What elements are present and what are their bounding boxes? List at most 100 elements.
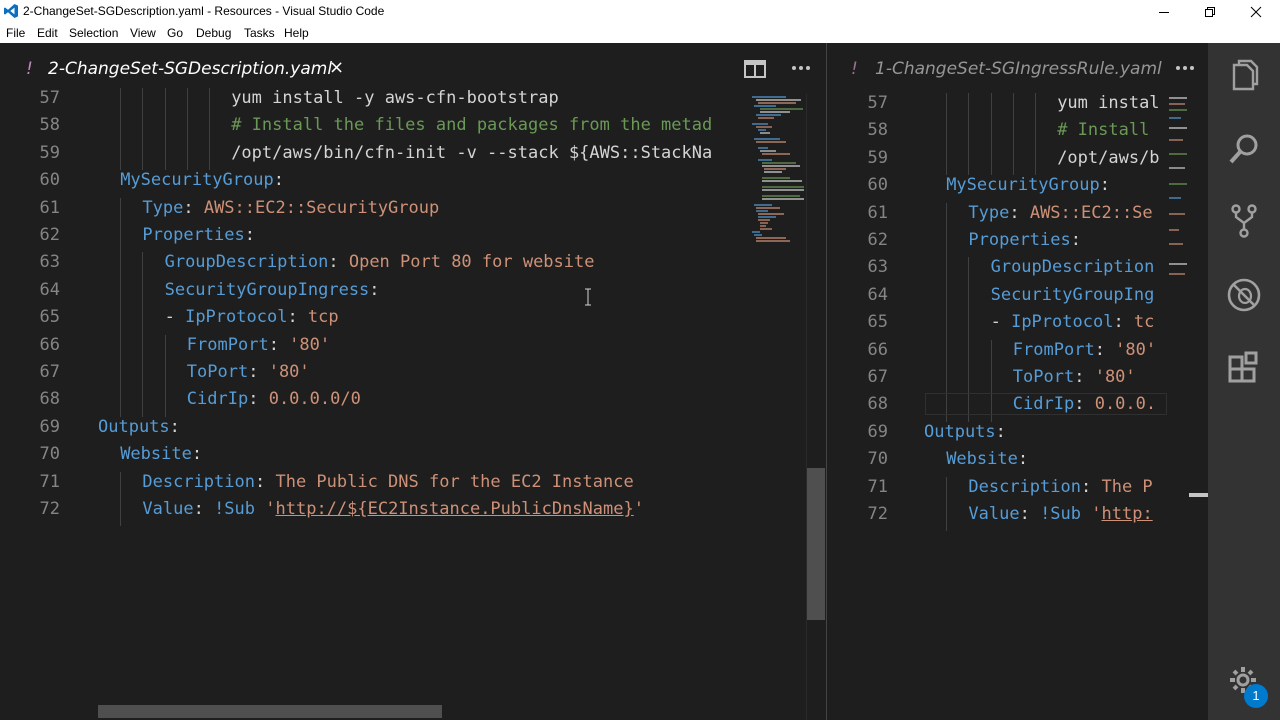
code-token: : [268, 334, 290, 355]
code-token: # Install [1057, 120, 1160, 141]
menu-bar: File Edit Selection View Go Debug Tasks … [0, 23, 1280, 43]
code-token: SecurityGroupIngress [164, 279, 370, 300]
code-line[interactable]: 61 Type: AWS::EC2::Se [827, 202, 1208, 230]
indent-guide [946, 312, 948, 340]
code-line[interactable]: 61 Type: AWS::EC2::SecurityGroup [0, 197, 825, 225]
code-line[interactable]: 66 FromPort: '80' [827, 339, 1208, 367]
code-line[interactable]: 69 Outputs: [827, 422, 1208, 449]
vertical-scrollbar-thumb[interactable] [807, 468, 825, 620]
line-number: 64 [39, 279, 60, 300]
line-number: 61 [39, 197, 60, 218]
debug-icon[interactable] [1226, 277, 1262, 313]
code-token: Value [968, 504, 1020, 524]
code-line[interactable]: 65 - IpProtocol: tcp [0, 307, 825, 335]
code-line[interactable]: 71 Description: The P [827, 476, 1208, 504]
code-line[interactable]: 57 yum install -y aws-cfn-bootstrap [0, 88, 825, 116]
vertical-scrollbar[interactable] [806, 94, 825, 720]
code-line[interactable]: 62 Properties: [0, 225, 825, 253]
more-actions-icon[interactable] [791, 65, 811, 71]
code-line[interactable]: 59/opt/aws/b [827, 147, 1208, 176]
indent-guide [968, 257, 970, 285]
code-line[interactable]: 59/opt/aws/bin/cfn-init -v --stack ${AWS… [0, 142, 825, 171]
tab-close-button[interactable]: × [329, 57, 344, 78]
code-text: GroupDescription: Open Port 80 for websi… [165, 252, 595, 272]
horizontal-scrollbar-thumb[interactable] [98, 705, 442, 718]
tabs-bar-right: ! 1-ChangeSet-SGIngressRule.yaml [827, 43, 1208, 94]
indent-guide [120, 142, 122, 171]
code-token: IpProtocol [185, 307, 288, 328]
menu-go[interactable]: Go [167, 26, 183, 40]
extensions-icon[interactable] [1226, 349, 1262, 385]
indent-guide [946, 147, 948, 176]
minimize-button[interactable] [1141, 0, 1187, 23]
menu-edit[interactable]: Edit [37, 26, 58, 40]
line-number: 72 [39, 499, 60, 519]
line-number: 71 [867, 476, 888, 497]
tab-inactive[interactable]: ! 1-ChangeSet-SGIngressRule.yaml [827, 43, 1167, 94]
code-line[interactable]: 71 Description: The Public DNS for the EC… [0, 471, 825, 499]
code-token: http: [1101, 504, 1153, 524]
minimap-right[interactable] [1167, 94, 1189, 284]
code-line[interactable]: 64 SecurityGroupIng [827, 284, 1208, 313]
indent-guide [209, 115, 210, 143]
code-line[interactable]: 57 yum instal [827, 93, 1208, 121]
restore-button[interactable] [1187, 0, 1233, 23]
indent-guide [1035, 147, 1036, 176]
code-line[interactable]: 70 Website: [827, 449, 1208, 476]
tab-label: 1-ChangeSet-SGIngressRule.yaml [875, 59, 1162, 79]
code-line[interactable]: 67 ToPort: '80' [827, 367, 1208, 395]
code-line[interactable]: 60 MySecurityGroup: [827, 175, 1208, 202]
code-line[interactable]: 63 GroupDescription [827, 257, 1208, 285]
line-number: 64 [867, 284, 888, 305]
menu-selection[interactable]: Selection [69, 26, 118, 40]
menu-debug[interactable]: Debug [196, 26, 231, 40]
code-line[interactable]: 64 SecurityGroupIngress: [0, 279, 825, 308]
code-line[interactable]: 70 Website: [0, 444, 825, 471]
tab-active[interactable]: ! 2-ChangeSet-SGDescription.yaml × [0, 43, 360, 94]
split-editor-icon[interactable] [744, 60, 766, 78]
code-token: tc [1133, 312, 1155, 333]
menu-tasks[interactable]: Tasks [244, 26, 275, 40]
code-token: : [191, 444, 203, 465]
more-actions-icon[interactable] [1175, 65, 1195, 71]
code-token: http://${EC2Instance.PublicDnsName} [275, 499, 634, 519]
code-line[interactable]: 65 - IpProtocol: tc [827, 312, 1208, 340]
code-token: '80' [1094, 367, 1136, 387]
source-control-icon[interactable] [1226, 203, 1262, 239]
indent-guide [186, 88, 188, 116]
explorer-icon[interactable] [1226, 59, 1262, 95]
code-token: AWS::EC2::SecurityGroup [203, 197, 440, 218]
search-icon[interactable] [1226, 131, 1262, 167]
indent-guide [946, 230, 948, 258]
code-token: # Install the files and packages from th… [231, 115, 713, 136]
menu-help[interactable]: Help [284, 26, 309, 40]
code-line[interactable]: 58 # Install [827, 120, 1208, 148]
indent-guide [946, 257, 948, 285]
code-text: Website: [946, 449, 1028, 469]
code-token: : [273, 170, 284, 191]
code-line[interactable]: 69 Outputs: [0, 417, 825, 444]
line-number: 68 [39, 389, 60, 410]
code-token: : [248, 362, 269, 382]
close-window-button[interactable] [1233, 0, 1279, 23]
code-token: Open Port 80 for website [348, 252, 595, 273]
code-line[interactable]: 66 FromPort: '80' [0, 334, 825, 362]
code-text: Value: !Sub 'http://${EC2Instance.Public… [142, 499, 644, 519]
code-editor-left[interactable]: 57 yum install -y aws-cfn-bootstrap 58 # In… [0, 88, 825, 720]
indent-guide [120, 334, 122, 362]
code-line[interactable]: 62 Properties: [827, 230, 1208, 258]
minimap[interactable] [746, 94, 806, 284]
code-token: : [1080, 476, 1102, 497]
indent-guide [142, 115, 144, 143]
menu-view[interactable]: View [130, 26, 156, 40]
code-line[interactable]: 58 # Install the files and packages from … [0, 115, 825, 143]
code-line[interactable]: 60 MySecurityGroup: [0, 170, 825, 197]
indent-guide [142, 334, 144, 362]
menu-file[interactable]: File [6, 26, 25, 40]
code-line[interactable]: 72 Value: !Sub 'http://${EC2Instance.Publ… [0, 499, 825, 527]
code-line[interactable]: 68 CidrIp: 0.0.0.0/0 [0, 389, 825, 417]
code-line[interactable]: 67 ToPort: '80' [0, 362, 825, 390]
indent-guide [946, 93, 948, 121]
code-line[interactable]: 72 Value: !Sub 'http: [827, 504, 1208, 532]
code-line[interactable]: 63 GroupDescription: Open Port 80 for web… [0, 252, 825, 280]
